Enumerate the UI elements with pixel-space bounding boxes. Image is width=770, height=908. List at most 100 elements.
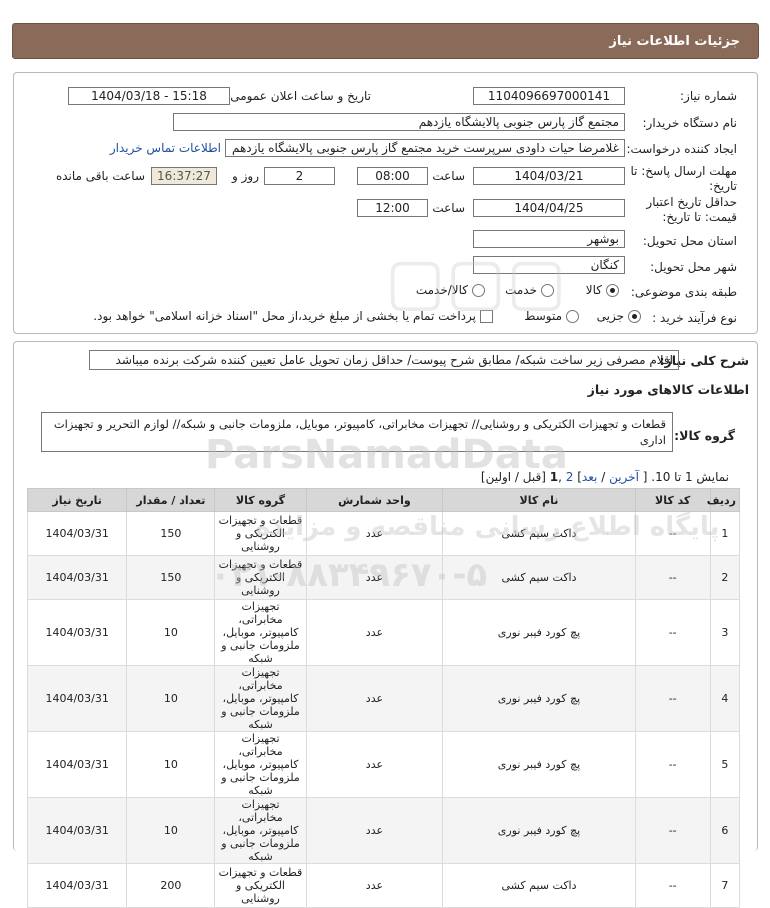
treasury-option[interactable]: پرداخت تمام یا بخشی از مبلغ خرید،از محل … bbox=[93, 309, 493, 323]
table-row: 1 -- داکت سیم کشی عدد قطعات و تجهیزات الکتری… bbox=[26, 511, 741, 556]
requester-field: غلامرضا حیات داودی سرپرست خرید مجتمع گاز… bbox=[225, 139, 625, 157]
table-cell: 10 bbox=[126, 599, 216, 666]
table-cell: 5 bbox=[709, 731, 741, 798]
city-field: کنگان bbox=[473, 256, 625, 274]
table-cell: 200 bbox=[126, 863, 216, 908]
buyer-org-field: مجتمع گاز پارس جنوبی پالایشگاه یازدهم bbox=[173, 113, 625, 131]
deadline-time-field: 08:00 bbox=[357, 167, 428, 185]
table-cell: 150 bbox=[126, 555, 216, 600]
table-cell: تجهیزات مخابراتی، کامپیوتر، موبایل، ملزو… bbox=[214, 731, 307, 798]
table-cell: داکت سیم کشی bbox=[442, 511, 636, 556]
table-cell: تجهیزات مخابراتی، کامپیوتر، موبایل، ملزو… bbox=[214, 665, 307, 732]
category-label: طبقه بندی موضوعی: bbox=[630, 285, 737, 299]
category-option-goods[interactable]: کالا bbox=[586, 283, 619, 297]
column-header[interactable]: تعداد / مقدار bbox=[126, 488, 216, 512]
table-cell: -- bbox=[634, 863, 711, 908]
page-header: جزئیات اطلاعات نیاز bbox=[12, 23, 759, 59]
table-cell: -- bbox=[634, 555, 711, 600]
goods-group-label: گروه کالا: bbox=[674, 428, 735, 443]
category-option-goods-service[interactable]: کالا/خدمت bbox=[416, 283, 485, 297]
days-remaining-field: 2 bbox=[264, 167, 335, 185]
table-cell: عدد bbox=[305, 797, 444, 864]
table-cell: 6 bbox=[709, 797, 741, 864]
need-number-field: 1104096697000141 bbox=[473, 87, 625, 105]
table-cell: -- bbox=[634, 665, 711, 732]
validity-label: حداقل تاریخ اعتبار bbox=[646, 195, 737, 209]
table-cell: 4 bbox=[709, 665, 741, 732]
radio-selected-icon[interactable] bbox=[628, 309, 641, 323]
radio-selected-icon[interactable] bbox=[606, 283, 619, 297]
remaining-time-field: 16:37:27 bbox=[151, 167, 217, 185]
goods-group-field: قطعات و تجهیزات الکتریکی و روشنایی// تجه… bbox=[41, 412, 673, 452]
paging-page-2-link[interactable]: 2 bbox=[566, 470, 574, 484]
process-option-medium[interactable]: متوسط bbox=[524, 309, 579, 323]
announce-label: تاریخ و ساعت اعلان عمومی: bbox=[226, 89, 371, 103]
column-header[interactable]: گروه کالا bbox=[214, 488, 307, 512]
paging-last-link[interactable]: آخرین bbox=[609, 470, 639, 484]
goods-panel: شرح کلی نیاز: اقلام مصرفی زیر ساخت شبکه/… bbox=[13, 341, 758, 908]
need-number-label: شماره نیاز: bbox=[680, 89, 737, 103]
column-header[interactable]: واحد شمارش bbox=[305, 488, 444, 512]
validity-time-field: 12:00 bbox=[357, 199, 428, 217]
deadline-label-2: تاریخ: bbox=[709, 179, 737, 193]
table-cell: 1404/03/31 bbox=[26, 599, 128, 666]
buyer-contact-link[interactable]: اطلاعات تماس خریدار bbox=[110, 141, 221, 155]
table-cell: -- bbox=[634, 511, 711, 556]
goods-table: ردیف کد کالا نام کالا واحد شمارش گروه کا… bbox=[26, 488, 741, 908]
table-cell: عدد bbox=[305, 665, 444, 732]
radio-empty-icon[interactable] bbox=[472, 283, 485, 297]
request-info-panel: شماره نیاز: 1104096697000141 تاریخ و ساع… bbox=[13, 72, 758, 334]
checkbox-icon[interactable] bbox=[480, 309, 493, 323]
validity-date-field: 1404/04/25 bbox=[473, 199, 625, 217]
table-cell: 10 bbox=[126, 797, 216, 864]
table-cell: قطعات و تجهیزات الکتریکی و روشنایی bbox=[214, 863, 307, 908]
table-cell: عدد bbox=[305, 863, 444, 908]
table-cell: عدد bbox=[305, 511, 444, 556]
city-label: شهر محل تحویل: bbox=[650, 260, 737, 274]
column-header[interactable]: تاریخ نیاز bbox=[26, 488, 128, 512]
paging-next-link[interactable]: بعد bbox=[582, 470, 597, 484]
category-option-service[interactable]: خدمت bbox=[505, 283, 554, 297]
validity-label-2: قیمت: تا تاریخ: bbox=[662, 210, 737, 224]
table-cell: 2 bbox=[709, 555, 741, 600]
table-cell: پچ کورد فیبر نوری bbox=[442, 599, 636, 666]
table-cell: 1 bbox=[709, 511, 741, 556]
buyer-org-label: نام دستگاه خریدار: bbox=[642, 116, 738, 130]
page-title: جزئیات اطلاعات نیاز bbox=[609, 33, 740, 49]
table-cell: تجهیزات مخابراتی، کامپیوتر، موبایل، ملزو… bbox=[214, 599, 307, 666]
validity-time-label: ساعت bbox=[432, 201, 465, 215]
paging-suffix: [قبل / اولین] bbox=[480, 470, 546, 484]
column-header[interactable]: نام کالا bbox=[442, 488, 636, 512]
table-cell: داکت سیم کشی bbox=[442, 555, 636, 600]
remaining-label: ساعت باقی مانده bbox=[55, 169, 145, 183]
table-cell: 1404/03/31 bbox=[26, 731, 128, 798]
table-cell: عدد bbox=[305, 731, 444, 798]
paging-prefix: نمایش 1 تا 10. [ bbox=[642, 470, 729, 484]
table-cell: عدد bbox=[305, 599, 444, 666]
table-row: 7 -- داکت سیم کشی عدد قطعات و تجهیزات الکتری… bbox=[26, 863, 741, 908]
process-label: نوع فرآیند خرید : bbox=[652, 311, 737, 325]
table-cell: 1404/03/31 bbox=[26, 665, 128, 732]
radio-empty-icon[interactable] bbox=[541, 283, 554, 297]
deadline-date-field: 1404/03/21 bbox=[473, 167, 625, 185]
table-cell: -- bbox=[634, 797, 711, 864]
province-field: بوشهر bbox=[473, 230, 625, 248]
deadline-label: مهلت ارسال پاسخ: تا bbox=[630, 164, 737, 178]
process-option-minor[interactable]: جزیی bbox=[597, 309, 641, 323]
table-row: 2 -- داکت سیم کشی عدد قطعات و تجهیزات الکتری… bbox=[26, 555, 741, 600]
pagination: نمایش 1 تا 10. [ آخرین / بعد] 2 ,1 [قبل … bbox=[480, 470, 729, 484]
radio-empty-icon[interactable] bbox=[566, 309, 579, 323]
table-cell: 1404/03/31 bbox=[26, 863, 128, 908]
table-cell: پچ کورد فیبر نوری bbox=[442, 665, 636, 732]
requester-label: ایجاد کننده درخواست: bbox=[626, 142, 737, 156]
announce-field: 1404/03/18 - 15:18 bbox=[68, 87, 230, 105]
table-cell: 1404/03/31 bbox=[26, 511, 128, 556]
column-header[interactable]: کد کالا bbox=[634, 488, 711, 512]
column-header[interactable]: ردیف bbox=[707, 488, 741, 512]
table-row: 4 -- پچ کورد فیبر نوری عدد تجهیزات مخابراتی،… bbox=[26, 665, 741, 732]
table-row: 6 -- پچ کورد فیبر نوری عدد تجهیزات مخابراتی،… bbox=[26, 797, 741, 864]
table-row: 5 -- پچ کورد فیبر نوری عدد تجهیزات مخابراتی،… bbox=[26, 731, 741, 798]
table-cell: 1404/03/31 bbox=[26, 555, 128, 600]
table-cell: پچ کورد فیبر نوری bbox=[442, 731, 636, 798]
table-cell: -- bbox=[634, 599, 711, 666]
